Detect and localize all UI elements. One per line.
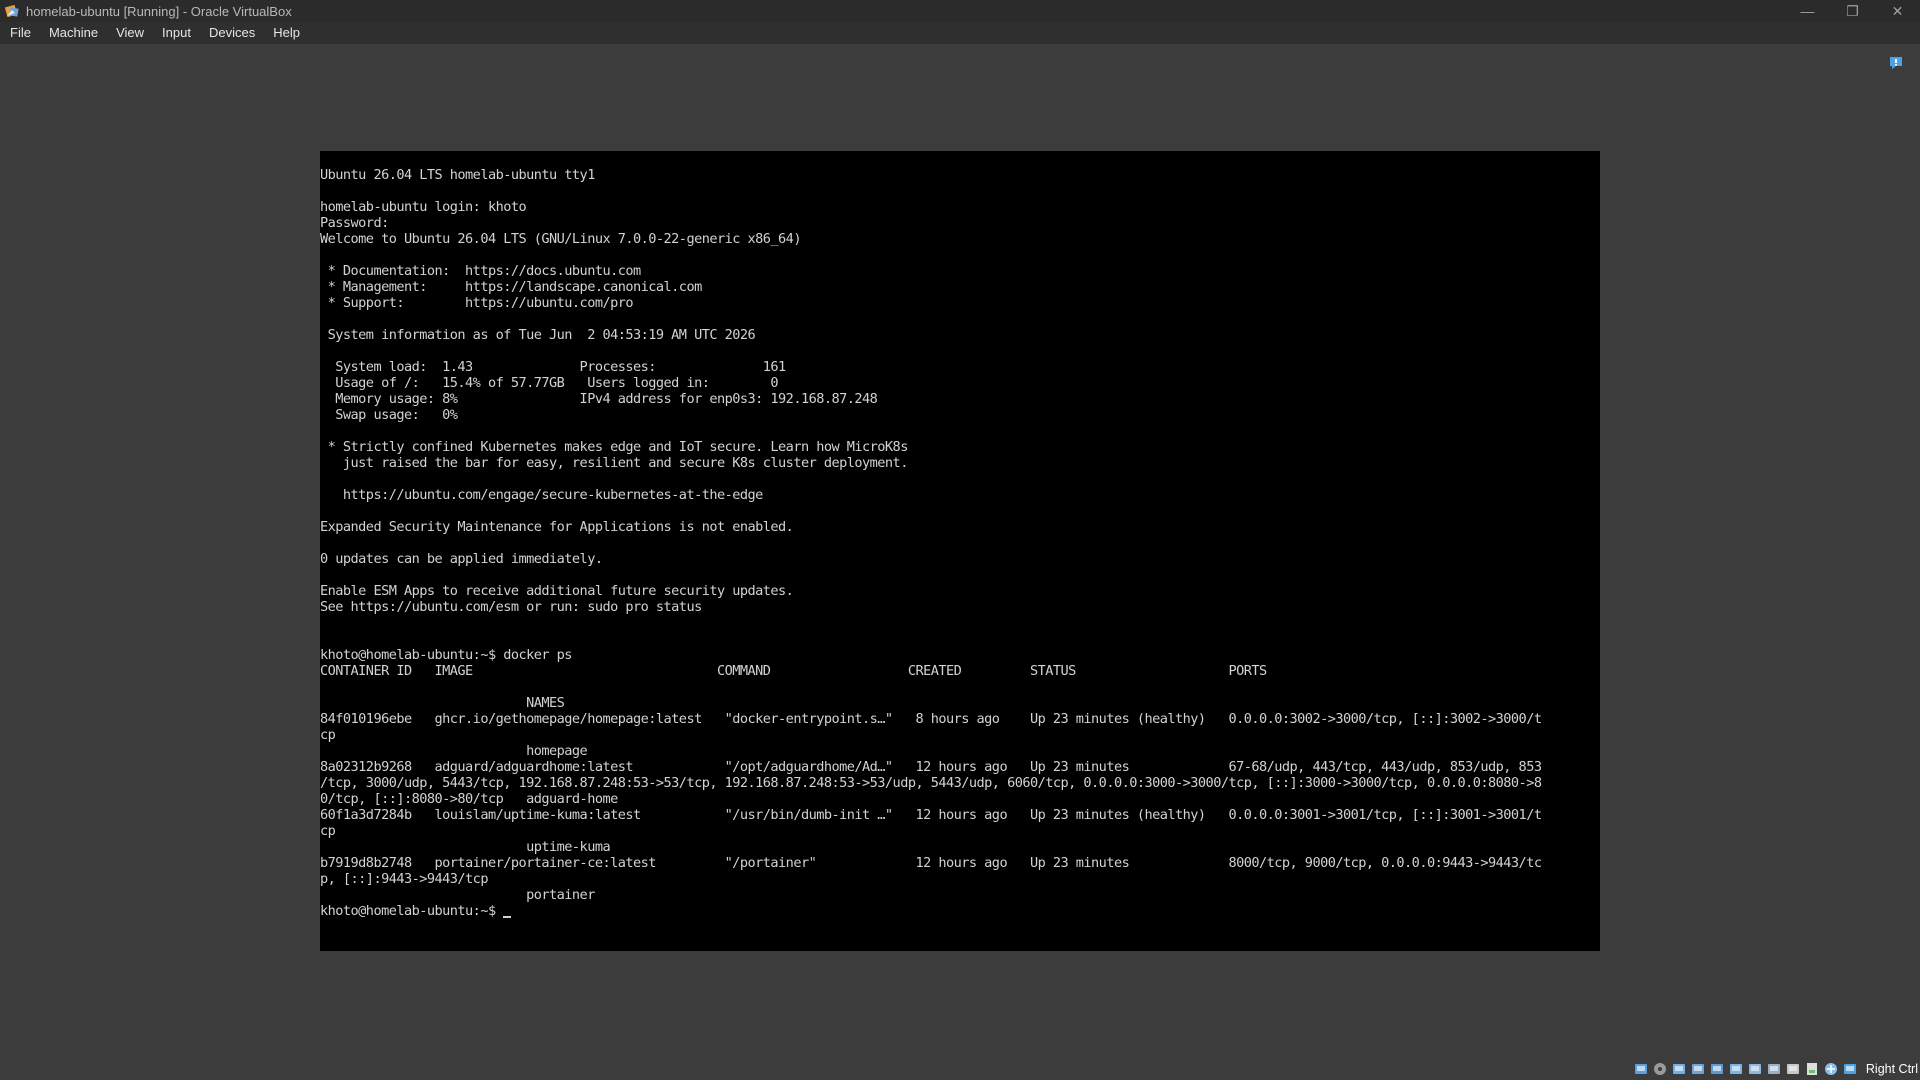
device-status-icons bbox=[1633, 1061, 1858, 1077]
virtualbox-icon bbox=[4, 4, 19, 18]
console-line: just raised the bar for easy, resilient … bbox=[320, 455, 909, 471]
display-icon[interactable] bbox=[1747, 1061, 1763, 1077]
window-controls: — ❐ ✕ bbox=[1785, 0, 1920, 22]
console-line: https://ubuntu.com/engage/secure-kuberne… bbox=[320, 487, 763, 503]
shared-folders-icon[interactable] bbox=[1728, 1061, 1744, 1077]
console-line: homepage bbox=[320, 743, 588, 759]
console-line: Password: bbox=[320, 215, 389, 231]
console-line: homelab-ubuntu login: khoto bbox=[320, 199, 527, 215]
video-capture-icon[interactable] bbox=[1766, 1061, 1782, 1077]
menu-file[interactable]: File bbox=[0, 22, 39, 44]
console-prompt: khoto@homelab-ubuntu:~$ bbox=[320, 903, 504, 919]
console-line: portainer bbox=[320, 887, 595, 903]
window-title: homelab-ubuntu [Running] - Oracle Virtua… bbox=[26, 3, 292, 19]
close-button[interactable]: ✕ bbox=[1875, 0, 1920, 22]
console-line: 0/tcp, [::]:8080->80/tcp adguard-home bbox=[320, 791, 618, 807]
usb-icon[interactable] bbox=[1709, 1061, 1725, 1077]
console-line: Welcome to Ubuntu 26.04 LTS (GNU/Linux 7… bbox=[320, 231, 802, 247]
network-icon[interactable] bbox=[1690, 1061, 1706, 1077]
console-line: khoto@homelab-ubuntu:~$ docker ps bbox=[320, 647, 572, 663]
console-line: /tcp, 3000/udp, 5443/tcp, 192.168.87.248… bbox=[320, 775, 1542, 791]
console-line: * Support: https://ubuntu.com/pro bbox=[320, 295, 634, 311]
console-line: * Management: https://landscape.canonica… bbox=[320, 279, 703, 295]
menu-view[interactable]: View bbox=[106, 22, 152, 44]
console-prompt-line[interactable]: khoto@homelab-ubuntu:~$ bbox=[320, 903, 1600, 919]
console-line: NAMES bbox=[320, 695, 565, 711]
console-line: System load: 1.43 Processes: 161 bbox=[320, 359, 786, 375]
mouse-integration-icon[interactable] bbox=[1823, 1061, 1839, 1077]
text-cursor bbox=[503, 916, 512, 918]
console-line: See https://ubuntu.com/esm or run: sudo … bbox=[320, 599, 702, 615]
console-line: Memory usage: 8% IPv4 address for enp0s3… bbox=[320, 391, 878, 407]
console-line: Swap usage: 0% bbox=[320, 407, 458, 423]
console-line: Usage of /: 15.4% of 57.77GB Users logge… bbox=[320, 375, 779, 391]
console-line: cp bbox=[320, 823, 336, 839]
console-line: p, [::]:9443->9443/tcp bbox=[320, 871, 489, 887]
menu-input[interactable]: Input bbox=[152, 22, 199, 44]
cpu-activity-icon[interactable] bbox=[1804, 1061, 1820, 1077]
menu-devices[interactable]: Devices bbox=[199, 22, 263, 44]
console-line: cp bbox=[320, 727, 336, 743]
console-line: uptime-kuma bbox=[320, 839, 611, 855]
vm-display[interactable]: Ubuntu 26.04 LTS homelab-ubuntu tty1 home… bbox=[320, 151, 1600, 951]
optical-drive-icon[interactable] bbox=[1652, 1061, 1668, 1077]
console-line: * Documentation: https://docs.ubuntu.com bbox=[320, 263, 642, 279]
menu-bar: File Machine View Input Devices Help bbox=[0, 22, 1920, 44]
restore-button[interactable]: ❐ bbox=[1830, 0, 1875, 22]
console-line: Expanded Security Maintenance for Applic… bbox=[320, 519, 794, 535]
console-line: b7919d8b2748 portainer/portainer-ce:late… bbox=[320, 855, 1542, 871]
menu-machine[interactable]: Machine bbox=[39, 22, 106, 44]
window-titlebar[interactable]: homelab-ubuntu [Running] - Oracle Virtua… bbox=[0, 0, 1920, 22]
terminal-console[interactable]: Ubuntu 26.04 LTS homelab-ubuntu tty1 home… bbox=[320, 151, 1600, 919]
console-line: Enable ESM Apps to receive additional fu… bbox=[320, 583, 794, 599]
console-line: 60f1a3d7284b louislam/uptime-kuma:latest… bbox=[320, 807, 1542, 823]
hard-disk-icon[interactable] bbox=[1633, 1061, 1649, 1077]
host-key-label: Right Ctrl bbox=[1865, 1062, 1918, 1076]
console-line: Ubuntu 26.04 LTS homelab-ubuntu tty1 bbox=[320, 167, 595, 183]
console-line: 0 updates can be applied immediately. bbox=[320, 551, 603, 567]
recording-icon[interactable] bbox=[1785, 1061, 1801, 1077]
console-line: CONTAINER ID IMAGE COMMAND CREATED STATU… bbox=[320, 663, 1267, 679]
status-bar: Right Ctrl bbox=[0, 1058, 1920, 1080]
menu-help[interactable]: Help bbox=[263, 22, 308, 44]
keyboard-capture-icon[interactable] bbox=[1842, 1061, 1858, 1077]
console-line: * Strictly confined Kubernetes makes edg… bbox=[320, 439, 909, 455]
console-line: System information as of Tue Jun 2 04:53… bbox=[320, 327, 756, 343]
audio-icon[interactable] bbox=[1671, 1061, 1687, 1077]
console-line: 84f010196ebe ghcr.io/gethomepage/homepag… bbox=[320, 711, 1542, 727]
minimize-button[interactable]: — bbox=[1785, 0, 1830, 22]
notification-center-icon[interactable] bbox=[1888, 55, 1904, 71]
console-line: 8a02312b9268 adguard/adguardhome:latest … bbox=[320, 759, 1542, 775]
